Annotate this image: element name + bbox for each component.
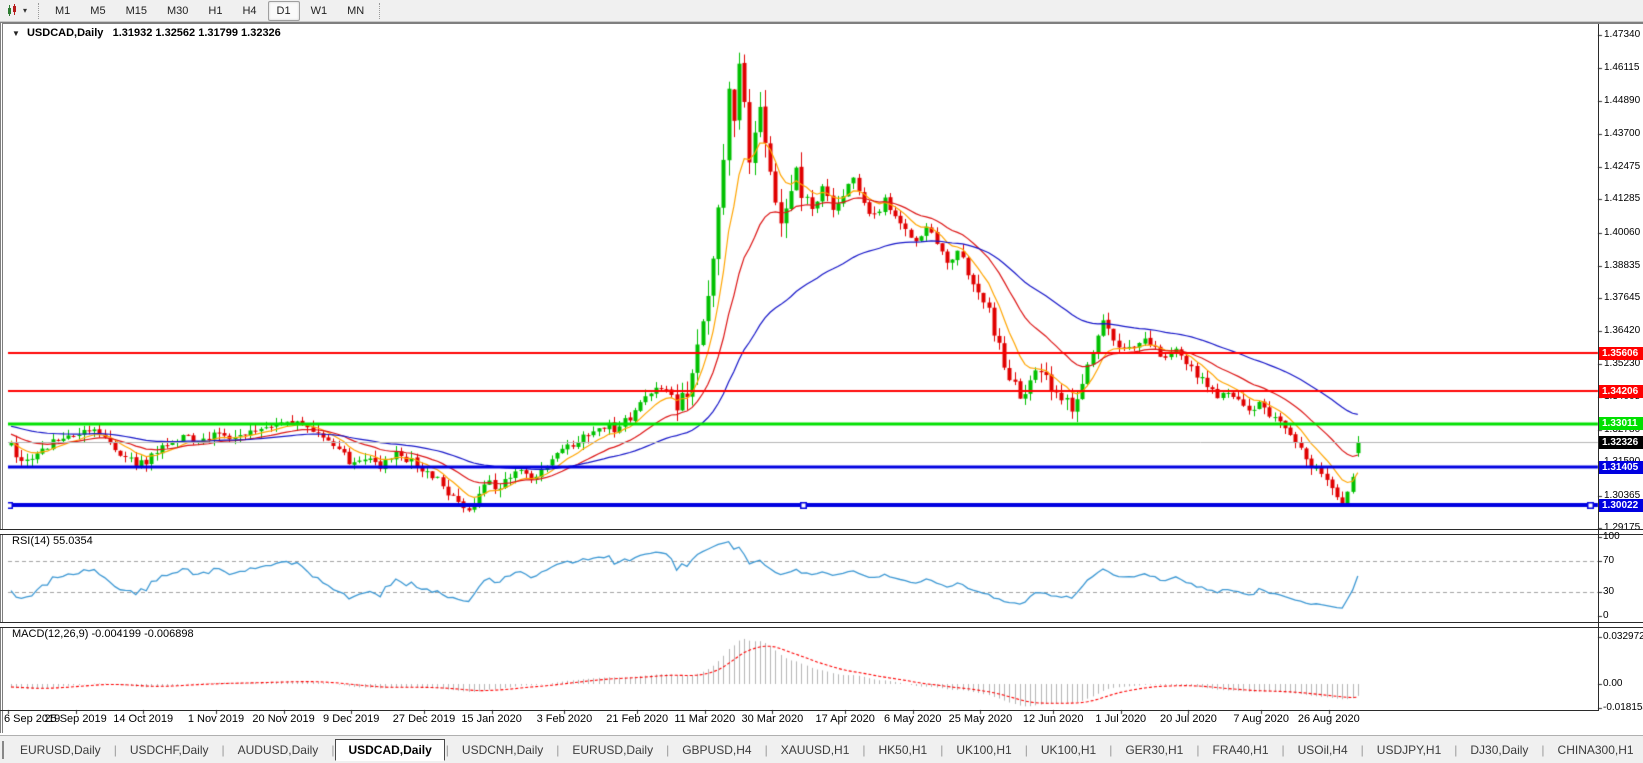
price-level-tag: 1.31405 [1599, 460, 1643, 474]
time-axis-label: 26 Aug 2020 [1297, 713, 1360, 725]
price-axis-tick-label: 1.44890 [1604, 95, 1641, 107]
price-axis-tick-label: 1.38835 [1604, 259, 1641, 271]
chart-tab-fra40-h1[interactable]: FRA40,H1 [1200, 740, 1280, 760]
price-axis-line [1598, 24, 1599, 710]
macd-scale-label: -0.018154 [1603, 702, 1643, 713]
time-axis-label: 7 Aug 2020 [1233, 713, 1290, 725]
current-price-tag: 1.32326 [1599, 435, 1643, 449]
time-axis-label: 27 Dec 2019 [392, 713, 456, 725]
price-level-tag: 1.33011 [1599, 417, 1643, 431]
time-axis-label: 3 Feb 2020 [536, 713, 593, 725]
chart-tab-usdchf-daily[interactable]: USDCHF,Daily [118, 740, 221, 760]
mt4-window: ▾ M1M5M15M30H1H4D1W1MN ▼ USDCAD,Daily 1.… [0, 0, 1643, 763]
chart-symbol: USDCAD,Daily [26, 27, 104, 39]
rsi-scale-label: 100 [1603, 531, 1620, 542]
chart-tab-usdcnh-daily[interactable]: USDCNH,Daily [450, 740, 555, 760]
price-level-tag: 1.30022 [1599, 498, 1643, 512]
price-level-tag: 1.35606 [1599, 346, 1643, 360]
rsi-scale-label: 30 [1603, 586, 1615, 597]
time-axis-label: 6 May 2020 [884, 713, 942, 725]
macd-scale-label: 0.032972 [1603, 631, 1643, 642]
time-axis-label: 30 Mar 2020 [741, 713, 804, 725]
chart-tab-hk50-h1[interactable]: HK50,H1 [867, 740, 940, 760]
chart-tab-ger30-h1[interactable]: GER30,H1 [1113, 740, 1195, 760]
chart-title: ▼ USDCAD,Daily 1.31932 1.32562 1.31799 1… [12, 27, 281, 39]
price-axis-tick-label: 1.42475 [1604, 161, 1641, 173]
price-axis-tick-label: 1.46115 [1604, 62, 1640, 74]
time-axis-label: 11 Mar 2020 [674, 713, 736, 725]
time-axis-label: 20 Nov 2019 [252, 713, 315, 725]
chart-canvas[interactable] [0, 0, 1643, 763]
time-axis-label: 17 Apr 2020 [815, 713, 875, 725]
time-axis-label: 14 Oct 2019 [113, 713, 174, 725]
tab-grip [2, 741, 4, 759]
time-axis-label: 1 Jul 2020 [1095, 713, 1147, 725]
chart-menu-icon[interactable]: ▼ [12, 29, 20, 38]
time-axis-label: 25 May 2020 [948, 713, 1013, 725]
price-axis-tick-label: 1.37645 [1604, 292, 1641, 304]
chart-tab-uk100-h1[interactable]: UK100,H1 [944, 740, 1023, 760]
chart-tab-eurusd-daily[interactable]: EURUSD,Daily [560, 740, 665, 760]
macd-label: MACD(12,26,9) -0.004199 -0.006898 [12, 628, 194, 640]
chart-tab-usdcad-daily[interactable]: USDCAD,Daily [335, 739, 445, 761]
rsi-scale-label: 70 [1603, 555, 1615, 566]
rsi-scale-label: 0 [1603, 610, 1609, 621]
price-level-tag: 1.34206 [1599, 384, 1643, 398]
time-axis-label: 21 Feb 2020 [606, 713, 669, 725]
time-axis-label: 15 Jan 2020 [461, 713, 522, 725]
price-axis-tick-label: 1.43700 [1604, 127, 1641, 139]
time-axis-label: 12 Jun 2020 [1022, 713, 1084, 725]
price-axis-tick-label: 1.40060 [1604, 226, 1641, 238]
chart-tab-uk100-h1[interactable]: UK100,H1 [1029, 740, 1108, 760]
chart-tab-audusd-daily[interactable]: AUDUSD,Daily [226, 740, 331, 760]
time-axis-label: 9 Dec 2019 [323, 713, 380, 725]
time-axis-label: 1 Nov 2019 [187, 713, 245, 725]
price-axis-tick-label: 1.47340 [1604, 29, 1641, 40]
time-axis-label: 20 Jul 2020 [1159, 713, 1217, 725]
chart-tab-bar: EURUSD,Daily | USDCHF,Daily | AUDUSD,Daily | U… [0, 735, 1643, 763]
time-axis-line [0, 710, 1599, 711]
chart-tab-xauusd-h1[interactable]: XAUUSD,H1 [769, 740, 862, 760]
chart-tab-usoil-h4[interactable]: USOil,H4 [1286, 740, 1360, 760]
chart-tab-china300-h1[interactable]: CHINA300,H1 [1546, 740, 1643, 760]
macd-scale-label: 0.00 [1603, 678, 1623, 689]
chart-tab-gbpusd-h4[interactable]: GBPUSD,H4 [670, 740, 763, 760]
pane-separator-rsi-macd[interactable] [0, 622, 1643, 628]
pane-separator-main-rsi[interactable] [0, 529, 1643, 535]
chart-tab-usdjpy-h1[interactable]: USDJPY,H1 [1365, 740, 1453, 760]
time-axis-label: 25 Sep 2019 [44, 713, 107, 725]
rsi-label: RSI(14) 55.0354 [12, 535, 93, 547]
price-axis-tick-label: 1.36420 [1604, 325, 1641, 337]
chart-tab-dj30-daily[interactable]: DJ30,Daily [1458, 740, 1540, 760]
chart-ohlc-values: 1.31932 1.32562 1.31799 1.32326 [112, 27, 281, 39]
chart-tab-eurusd-daily[interactable]: EURUSD,Daily [8, 740, 113, 760]
price-axis-tick-label: 1.41285 [1604, 193, 1641, 205]
